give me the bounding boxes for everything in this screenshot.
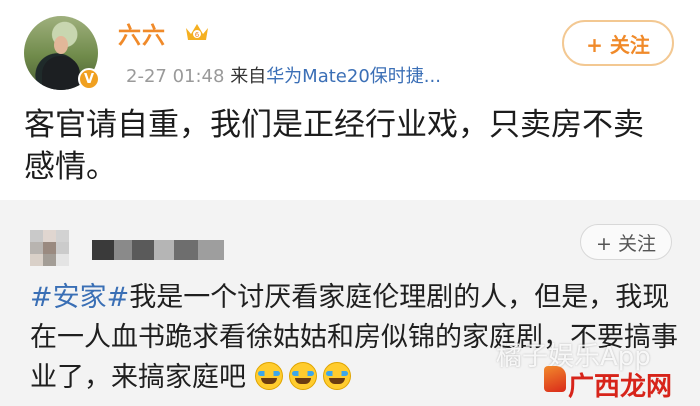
crying-laughing-emoji-icon <box>254 362 283 390</box>
username[interactable]: 六六 <box>118 16 166 50</box>
blurred-avatar[interactable] <box>30 230 82 276</box>
repost-follow-button[interactable]: + 关注 <box>580 224 672 260</box>
post-timestamp: 2-27 01:48 <box>126 66 225 87</box>
avatar-body <box>42 56 80 90</box>
blurred-username[interactable] <box>92 240 224 260</box>
post-meta: 2-27 01:48 来自华为Mate20保时捷... <box>126 62 441 88</box>
source-prefix: 来自 <box>230 66 267 87</box>
verified-badge-icon: V <box>78 68 100 90</box>
crying-laughing-emoji-icon <box>288 362 317 390</box>
hashtag-link[interactable]: #安家# <box>30 282 129 313</box>
watermark-bottom: 广西龙网 <box>568 372 673 402</box>
source-device-link[interactable]: 华为Mate20保时捷... <box>266 66 441 87</box>
watermark-logo-icon <box>544 366 566 392</box>
post-text: 客官请自重，我们是正经行业戏，只卖房不卖感情。 <box>24 107 644 185</box>
avatar-face <box>54 36 68 54</box>
svg-text:6: 6 <box>195 31 200 39</box>
original-post: V 六六 6 2-27 01:48 来自华为Mate20保时捷... + 关注 … <box>0 0 700 200</box>
crying-laughing-emoji-icon <box>322 362 351 390</box>
follow-button[interactable]: + 关注 <box>562 20 674 66</box>
member-crown-icon: 6 <box>186 24 208 40</box>
